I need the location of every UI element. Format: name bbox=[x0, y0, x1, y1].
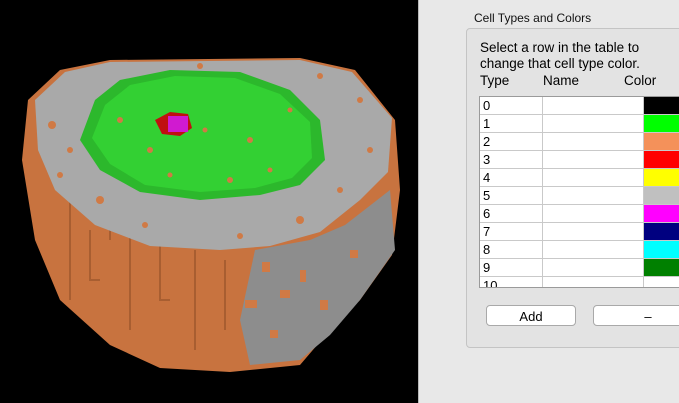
cell-name-value[interactable] bbox=[543, 259, 644, 276]
cell-name-value[interactable] bbox=[543, 205, 644, 222]
group-title: Cell Types and Colors bbox=[474, 11, 592, 25]
color-swatch[interactable] bbox=[644, 97, 679, 114]
table-row[interactable]: 2 bbox=[480, 133, 679, 151]
cell-name-value[interactable] bbox=[543, 277, 644, 287]
cell-type-value: 9 bbox=[480, 259, 543, 276]
color-swatch[interactable] bbox=[644, 241, 679, 258]
color-swatch[interactable] bbox=[644, 187, 679, 204]
volume-magenta-core bbox=[168, 116, 188, 132]
color-swatch[interactable] bbox=[644, 115, 679, 132]
cell-types-group: Select a row in the table to change that… bbox=[466, 28, 679, 348]
cell-type-value: 2 bbox=[480, 133, 543, 150]
color-swatch[interactable] bbox=[644, 223, 679, 240]
cell-name-value[interactable] bbox=[543, 187, 644, 204]
color-swatch[interactable] bbox=[644, 259, 679, 276]
cell-type-value: 1 bbox=[480, 115, 543, 132]
cell-name-value[interactable] bbox=[543, 169, 644, 186]
table-row[interactable]: 0 bbox=[480, 97, 679, 115]
cell-type-value: 3 bbox=[480, 151, 543, 168]
table-row[interactable]: 5 bbox=[480, 187, 679, 205]
cell-name-value[interactable] bbox=[543, 151, 644, 168]
visualization-viewport[interactable] bbox=[0, 0, 418, 403]
column-header-type: Type bbox=[480, 73, 510, 88]
table-row[interactable]: 7 bbox=[480, 223, 679, 241]
cell-type-value: 6 bbox=[480, 205, 543, 222]
table-row[interactable]: 6 bbox=[480, 205, 679, 223]
color-swatch[interactable] bbox=[644, 151, 679, 168]
cell-name-value[interactable] bbox=[543, 133, 644, 150]
cell-type-value: 7 bbox=[480, 223, 543, 240]
table-row[interactable]: 1 bbox=[480, 115, 679, 133]
cell-name-value[interactable] bbox=[543, 115, 644, 132]
table-row[interactable]: 9 bbox=[480, 259, 679, 277]
column-header-color: Color bbox=[624, 73, 657, 88]
cell-name-value[interactable] bbox=[543, 223, 644, 240]
remove-button[interactable]: – bbox=[593, 305, 679, 326]
settings-panel: Cell Types and Colors Select a row in th… bbox=[419, 0, 679, 403]
cell-type-value: 0 bbox=[480, 97, 543, 114]
cell-type-value: 5 bbox=[480, 187, 543, 204]
cell-type-value: 8 bbox=[480, 241, 543, 258]
instructions-text: Select a row in the table to change that… bbox=[480, 40, 640, 71]
color-swatch[interactable] bbox=[644, 169, 679, 186]
cell-volume-render bbox=[22, 58, 400, 372]
table-row[interactable]: 8 bbox=[480, 241, 679, 259]
color-swatch[interactable] bbox=[644, 277, 679, 287]
cell-name-value[interactable] bbox=[543, 97, 644, 114]
cell-type-value: 4 bbox=[480, 169, 543, 186]
table-row[interactable]: 3 bbox=[480, 151, 679, 169]
cell-name-value[interactable] bbox=[543, 241, 644, 258]
cell-type-value: 10 bbox=[480, 277, 543, 287]
color-swatch[interactable] bbox=[644, 205, 679, 222]
color-swatch[interactable] bbox=[644, 133, 679, 150]
table-row[interactable]: 4 bbox=[480, 169, 679, 187]
add-button[interactable]: Add bbox=[486, 305, 576, 326]
cell-type-table[interactable]: 0 1 2 3 4 5 6 7 8 9 10 bbox=[479, 96, 679, 288]
table-row[interactable]: 10 bbox=[480, 277, 679, 287]
column-header-name: Name bbox=[543, 73, 580, 88]
